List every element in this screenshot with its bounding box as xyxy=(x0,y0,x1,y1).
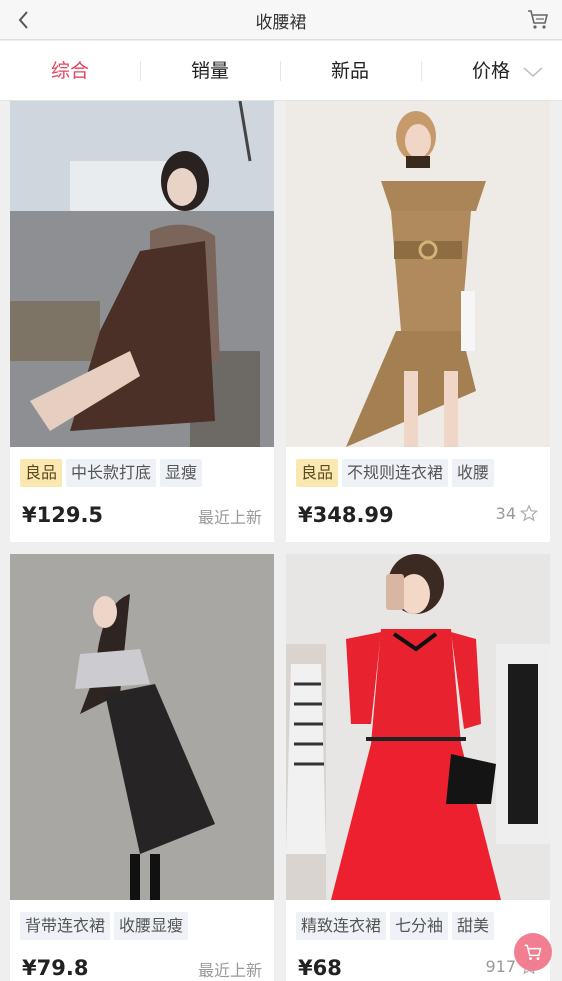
tag-row: 良品 不规则连衣裙 收腰 xyxy=(296,459,498,487)
sort-tabs: 综合 销量 新品 价格 xyxy=(0,41,562,101)
tag: 收腰显瘦 xyxy=(114,912,189,940)
product-card[interactable]: 背带连衣裙 收腰显瘦 ¥79.8 最近上新 xyxy=(10,554,274,981)
product-photo[interactable] xyxy=(10,554,274,900)
tag: 不规则连衣裙 xyxy=(342,459,449,487)
product-photo[interactable] xyxy=(286,101,550,447)
listing-status: 最近上新 xyxy=(197,961,262,980)
quality-badge: 良品 xyxy=(296,459,339,487)
page-title: 收腰裙 xyxy=(255,13,307,33)
top-bar: 收腰裙 xyxy=(0,0,562,40)
price: ¥348.99 xyxy=(298,503,394,527)
chevron-down-icon[interactable] xyxy=(522,65,544,79)
tag: 背带连衣裙 xyxy=(20,912,111,940)
favorites-count-value: 917 xyxy=(485,957,516,976)
tag: 精致连衣裙 xyxy=(296,912,387,940)
tag-row: 精致连衣裙 七分袖 甜美 xyxy=(296,912,498,940)
shopping-cart-icon[interactable] xyxy=(526,7,550,31)
price: ¥79.8 xyxy=(22,956,89,980)
product-card[interactable]: 良品 不规则连衣裙 收腰 ¥348.99 34 xyxy=(286,101,550,542)
product-photo[interactable] xyxy=(286,554,550,900)
tab-comprehensive[interactable]: 综合 xyxy=(0,41,140,101)
listing-status: 最近上新 xyxy=(197,508,262,527)
tab-sales[interactable]: 销量 xyxy=(140,41,280,101)
shopping-cart-icon xyxy=(524,944,542,961)
quality-badge: 良品 xyxy=(20,459,63,487)
floating-cart-button[interactable] xyxy=(514,933,552,971)
tag: 显瘦 xyxy=(160,459,203,487)
product-card[interactable]: 良品 中长款打底 显瘦 ¥129.5 最近上新 xyxy=(10,101,274,542)
tag-row: 良品 中长款打底 显瘦 xyxy=(20,459,206,487)
star-icon[interactable] xyxy=(520,504,538,522)
favorites-count: 34 xyxy=(496,504,538,523)
tag: 收腰 xyxy=(452,459,495,487)
tag: 七分袖 xyxy=(390,912,449,940)
tab-new[interactable]: 新品 xyxy=(280,41,420,101)
price: ¥129.5 xyxy=(22,503,104,527)
product-grid: 良品 中长款打底 显瘦 ¥129.5 最近上新 良品 不规则连衣裙 收腰 ¥34… xyxy=(0,101,562,981)
tag: 中长款打底 xyxy=(66,459,157,487)
favorites-count-value: 34 xyxy=(495,504,516,523)
tag: 甜美 xyxy=(452,912,495,940)
product-photo[interactable] xyxy=(10,101,274,447)
tag-row: 背带连衣裙 收腰显瘦 xyxy=(20,912,192,940)
product-card[interactable]: 精致连衣裙 七分袖 甜美 ¥68 917 xyxy=(286,554,550,981)
price: ¥68 xyxy=(298,956,342,980)
